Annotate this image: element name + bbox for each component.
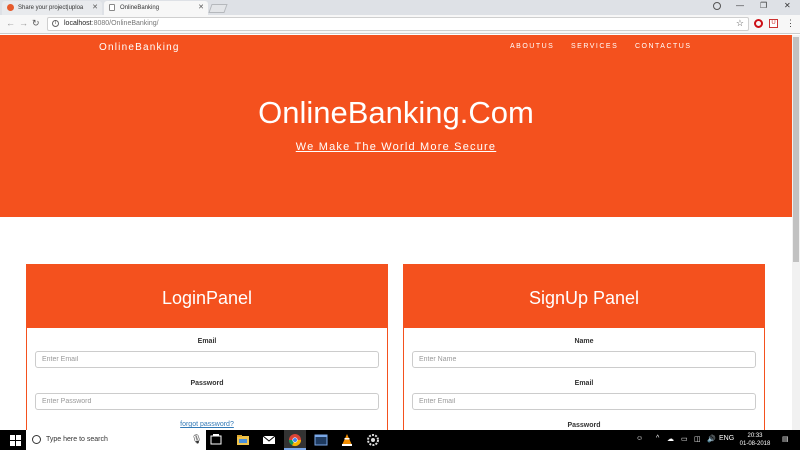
forward-arrow-icon[interactable]: →: [19, 18, 28, 28]
signup-panel-title: SignUp Panel: [404, 265, 764, 328]
clock-time: 20:33: [747, 433, 763, 439]
signup-email-input[interactable]: [412, 393, 756, 410]
browser-menu-icon[interactable]: ⋮: [786, 18, 795, 29]
battery-icon[interactable]: ▭: [681, 435, 688, 443]
close-window-icon[interactable]: ✕: [784, 1, 791, 10]
reload-icon[interactable]: ↻: [32, 18, 40, 29]
taskbar-clock[interactable]: 20:33 01-08-2018: [737, 432, 773, 448]
nav-link-services[interactable]: SERVICES: [571, 43, 618, 50]
bookmark-star-icon[interactable]: ☆: [736, 18, 744, 29]
back-arrow-icon[interactable]: ←: [6, 18, 15, 28]
address-bar[interactable]: i localhost:8080/OnlineBanking/ ☆: [47, 17, 749, 31]
windows-start-icon[interactable]: [10, 435, 21, 446]
opera-extension-icon[interactable]: [754, 19, 763, 28]
onedrive-icon[interactable]: ☁: [667, 435, 674, 443]
close-tab-icon[interactable]: ✕: [92, 3, 98, 11]
extension-icon[interactable]: U: [769, 19, 778, 28]
people-icon[interactable]: ☺: [636, 435, 643, 442]
forgot-password-link[interactable]: forgot password?: [27, 421, 387, 428]
app-window-icon[interactable]: [314, 433, 328, 447]
url-host: localhost: [64, 20, 92, 27]
browser-tab-share-project[interactable]: Share your project|uploa ✕: [2, 1, 102, 15]
signup-email-label: Email: [574, 380, 594, 387]
clock-date: 01-08-2018: [739, 441, 771, 447]
brand-logo-link[interactable]: OnlineBanking: [99, 42, 180, 53]
maximize-icon[interactable]: ❐: [760, 1, 767, 10]
search-placeholder: Type here to search: [46, 436, 108, 443]
site-info-icon[interactable]: i: [52, 20, 59, 27]
show-hidden-icons[interactable]: ^: [656, 435, 659, 442]
login-email-label: Email: [197, 338, 217, 345]
microphone-icon[interactable]: 🎙: [191, 434, 202, 445]
browser-tab-onlinebanking[interactable]: OnlineBanking ✕: [104, 1, 208, 15]
minimize-icon[interactable]: —: [736, 1, 744, 10]
signup-password-label: Password: [567, 422, 601, 429]
login-password-label: Password: [190, 380, 224, 387]
browser-tab-strip: Share your project|uploa ✕ OnlineBanking…: [0, 0, 800, 15]
page-favicon-icon: [109, 4, 115, 11]
hero-subtitle-link[interactable]: We Make The World More Secure: [0, 141, 792, 153]
login-panel: LoginPanel Email Password forgot passwor…: [26, 264, 388, 430]
windows-taskbar: Type here to search 🎙 ☺ ^ ☁ ▭ ◫ 🔊 ENG 20…: [0, 430, 800, 450]
chrome-icon[interactable]: [288, 433, 302, 447]
new-tab-button[interactable]: [208, 4, 228, 13]
signup-name-input[interactable]: [412, 351, 756, 368]
settings-gear-icon[interactable]: [366, 433, 380, 447]
login-email-input[interactable]: [35, 351, 379, 368]
vlc-icon[interactable]: [340, 433, 354, 447]
scrollbar-thumb[interactable]: [793, 37, 799, 262]
login-password-input[interactable]: [35, 393, 379, 410]
language-indicator[interactable]: ENG: [719, 435, 734, 442]
task-view-icon[interactable]: [209, 433, 223, 447]
profile-icon[interactable]: [713, 2, 721, 10]
tab-title: Share your project|uploa: [18, 5, 84, 11]
file-explorer-icon[interactable]: [236, 433, 250, 447]
hero-banner: OnlineBanking ABOUTUS SERVICES CONTACTUS…: [0, 35, 792, 217]
tab-title: OnlineBanking: [120, 5, 160, 11]
signup-name-label: Name: [574, 338, 594, 345]
nav-link-contactus[interactable]: CONTACTUS: [635, 43, 692, 50]
site-favicon-icon: [7, 4, 14, 11]
mail-icon[interactable]: [262, 433, 276, 447]
page-viewport: OnlineBanking ABOUTUS SERVICES CONTACTUS…: [0, 35, 792, 430]
close-tab-icon[interactable]: ✕: [198, 3, 204, 11]
url-path: :8080/OnlineBanking/: [91, 20, 159, 27]
signup-panel: SignUp Panel Name Email Password: [403, 264, 765, 430]
network-icon[interactable]: ◫: [694, 435, 701, 443]
volume-icon[interactable]: 🔊: [707, 435, 716, 443]
hero-title: OnlineBanking.Com: [258, 95, 534, 130]
login-panel-title: LoginPanel: [27, 265, 387, 328]
browser-toolbar: ← → ↻ i localhost:8080/OnlineBanking/ ☆ …: [0, 15, 800, 34]
taskbar-search-box[interactable]: Type here to search 🎙: [26, 430, 206, 450]
page-scrollbar[interactable]: [792, 35, 800, 430]
nav-link-aboutus[interactable]: ABOUTUS: [510, 43, 554, 50]
cortana-icon: [32, 435, 41, 444]
notifications-icon[interactable]: ▤: [782, 435, 789, 443]
